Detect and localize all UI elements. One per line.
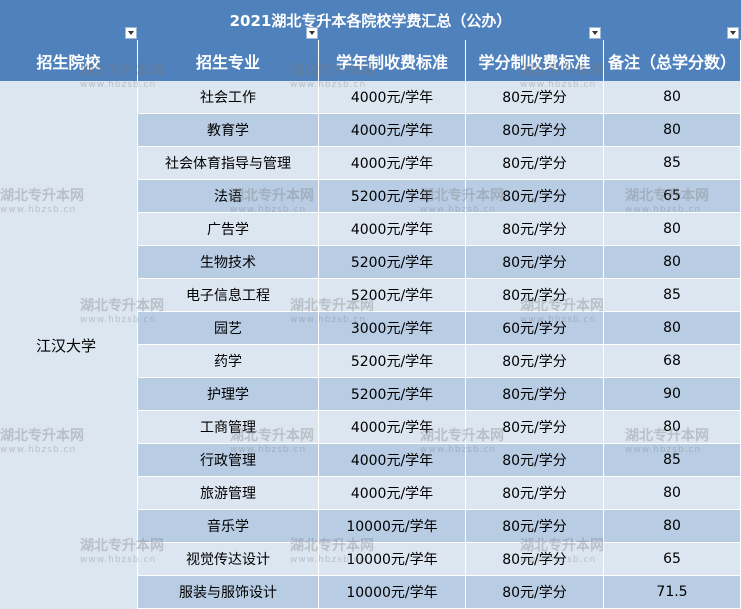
major-rows: 社会工作 4000元/学年 80元/学分 80 教育学 4000元/学年 80元/学分 80 社… <box>138 81 741 609</box>
cell-note[interactable]: 80 <box>604 213 741 246</box>
cell-yearly-fee[interactable]: 5200元/学年 <box>319 246 466 279</box>
table-body: 江汉大学 社会工作 4000元/学年 80元/学分 80 教育学 4000元/学年 80元/… <box>0 81 741 609</box>
table-row: 社会工作 4000元/学年 80元/学分 80 <box>138 81 741 114</box>
cell-credit-fee[interactable]: 80元/学分 <box>466 81 604 114</box>
cell-yearly-fee[interactable]: 10000元/学年 <box>319 576 466 609</box>
cell-note[interactable]: 68 <box>604 345 741 378</box>
table-row: 药学 5200元/学年 80元/学分 68 <box>138 345 741 378</box>
cell-note[interactable]: 85 <box>604 147 741 180</box>
cell-note[interactable]: 80 <box>604 510 741 543</box>
cell-yearly-fee[interactable]: 4000元/学年 <box>319 411 466 444</box>
table-row: 旅游管理 4000元/学年 80元/学分 80 <box>138 477 741 510</box>
table-row: 生物技术 5200元/学年 80元/学分 80 <box>138 246 741 279</box>
header-credit-fee[interactable]: 学分制收费标准 <box>466 40 604 81</box>
cell-note[interactable]: 85 <box>604 279 741 312</box>
table-row: 行政管理 4000元/学年 80元/学分 85 <box>138 444 741 477</box>
cell-credit-fee[interactable]: 80元/学分 <box>466 147 604 180</box>
cell-credit-fee[interactable]: 80元/学分 <box>466 378 604 411</box>
header-row: 招生院校 招生专业 学年制收费标准 学分制收费标准 备注（总学分数） <box>0 40 741 81</box>
cell-yearly-fee[interactable]: 4000元/学年 <box>319 477 466 510</box>
cell-major[interactable]: 园艺 <box>138 312 319 345</box>
table-row: 音乐学 10000元/学年 80元/学分 80 <box>138 510 741 543</box>
cell-note[interactable]: 80 <box>604 411 741 444</box>
cell-major[interactable]: 广告学 <box>138 213 319 246</box>
cell-major[interactable]: 法语 <box>138 180 319 213</box>
filter-dropdown-icon[interactable] <box>727 27 739 39</box>
cell-yearly-fee[interactable]: 5200元/学年 <box>319 345 466 378</box>
cell-credit-fee[interactable]: 80元/学分 <box>466 477 604 510</box>
cell-note[interactable]: 71.5 <box>604 576 741 609</box>
cell-yearly-fee[interactable]: 5200元/学年 <box>319 279 466 312</box>
cell-note[interactable]: 80 <box>604 81 741 114</box>
cell-note[interactable]: 80 <box>604 246 741 279</box>
table-title-text: 2021湖北专升本各院校学费汇总（公办） <box>229 11 512 30</box>
table-row: 法语 5200元/学年 80元/学分 65 <box>138 180 741 213</box>
table-row: 服装与服饰设计 10000元/学年 80元/学分 71.5 <box>138 576 741 609</box>
cell-major[interactable]: 教育学 <box>138 114 319 147</box>
table-row: 广告学 4000元/学年 80元/学分 80 <box>138 213 741 246</box>
cell-note[interactable]: 90 <box>604 378 741 411</box>
cell-credit-fee[interactable]: 80元/学分 <box>466 411 604 444</box>
table-title: 2021湖北专升本各院校学费汇总（公办） <box>0 0 741 40</box>
table-row: 视觉传达设计 10000元/学年 80元/学分 65 <box>138 543 741 576</box>
cell-note[interactable]: 80 <box>604 312 741 345</box>
cell-credit-fee[interactable]: 80元/学分 <box>466 213 604 246</box>
cell-major[interactable]: 服装与服饰设计 <box>138 576 319 609</box>
cell-yearly-fee[interactable]: 4000元/学年 <box>319 147 466 180</box>
cell-major[interactable]: 社会工作 <box>138 81 319 114</box>
table-row: 社会体育指导与管理 4000元/学年 80元/学分 85 <box>138 147 741 180</box>
cell-yearly-fee[interactable]: 10000元/学年 <box>319 543 466 576</box>
cell-major[interactable]: 工商管理 <box>138 411 319 444</box>
cell-note[interactable]: 65 <box>604 180 741 213</box>
cell-credit-fee[interactable]: 80元/学分 <box>466 576 604 609</box>
cell-major[interactable]: 药学 <box>138 345 319 378</box>
cell-credit-fee[interactable]: 80元/学分 <box>466 279 604 312</box>
cell-note[interactable]: 80 <box>604 114 741 147</box>
header-school[interactable]: 招生院校 <box>0 40 138 81</box>
spreadsheet: 2021湖北专升本各院校学费汇总（公办） 招生院校 招生专业 学年制收费标准 学… <box>0 0 741 609</box>
table-row: 园艺 3000元/学年 60元/学分 80 <box>138 312 741 345</box>
table-row: 电子信息工程 5200元/学年 80元/学分 85 <box>138 279 741 312</box>
cell-major[interactable]: 生物技术 <box>138 246 319 279</box>
cell-yearly-fee[interactable]: 4000元/学年 <box>319 81 466 114</box>
cell-yearly-fee[interactable]: 10000元/学年 <box>319 510 466 543</box>
cell-note[interactable]: 85 <box>604 444 741 477</box>
filter-dropdown-icon[interactable] <box>125 27 137 39</box>
cell-major[interactable]: 社会体育指导与管理 <box>138 147 319 180</box>
cell-credit-fee[interactable]: 80元/学分 <box>466 180 604 213</box>
cell-note[interactable]: 65 <box>604 543 741 576</box>
cell-credit-fee[interactable]: 80元/学分 <box>466 345 604 378</box>
table-row: 教育学 4000元/学年 80元/学分 80 <box>138 114 741 147</box>
cell-yearly-fee[interactable]: 4000元/学年 <box>319 213 466 246</box>
cell-major[interactable]: 视觉传达设计 <box>138 543 319 576</box>
school-cell[interactable]: 江汉大学 <box>0 81 138 609</box>
cell-credit-fee[interactable]: 80元/学分 <box>466 114 604 147</box>
cell-yearly-fee[interactable]: 5200元/学年 <box>319 378 466 411</box>
filter-dropdown-icon[interactable] <box>306 27 318 39</box>
cell-yearly-fee[interactable]: 4000元/学年 <box>319 114 466 147</box>
cell-credit-fee[interactable]: 80元/学分 <box>466 543 604 576</box>
header-note[interactable]: 备注（总学分数） <box>604 40 741 81</box>
cell-major[interactable]: 行政管理 <box>138 444 319 477</box>
header-major[interactable]: 招生专业 <box>138 40 319 81</box>
cell-major[interactable]: 旅游管理 <box>138 477 319 510</box>
cell-credit-fee[interactable]: 80元/学分 <box>466 510 604 543</box>
cell-major[interactable]: 电子信息工程 <box>138 279 319 312</box>
cell-yearly-fee[interactable]: 5200元/学年 <box>319 180 466 213</box>
filter-dropdown-icon[interactable] <box>589 27 601 39</box>
table-row: 工商管理 4000元/学年 80元/学分 80 <box>138 411 741 444</box>
table-row: 护理学 5200元/学年 80元/学分 90 <box>138 378 741 411</box>
cell-credit-fee[interactable]: 80元/学分 <box>466 246 604 279</box>
cell-major[interactable]: 音乐学 <box>138 510 319 543</box>
cell-credit-fee[interactable]: 60元/学分 <box>466 312 604 345</box>
cell-credit-fee[interactable]: 80元/学分 <box>466 444 604 477</box>
cell-note[interactable]: 80 <box>604 477 741 510</box>
header-yearly-fee[interactable]: 学年制收费标准 <box>319 40 466 81</box>
cell-major[interactable]: 护理学 <box>138 378 319 411</box>
cell-yearly-fee[interactable]: 4000元/学年 <box>319 444 466 477</box>
cell-yearly-fee[interactable]: 3000元/学年 <box>319 312 466 345</box>
